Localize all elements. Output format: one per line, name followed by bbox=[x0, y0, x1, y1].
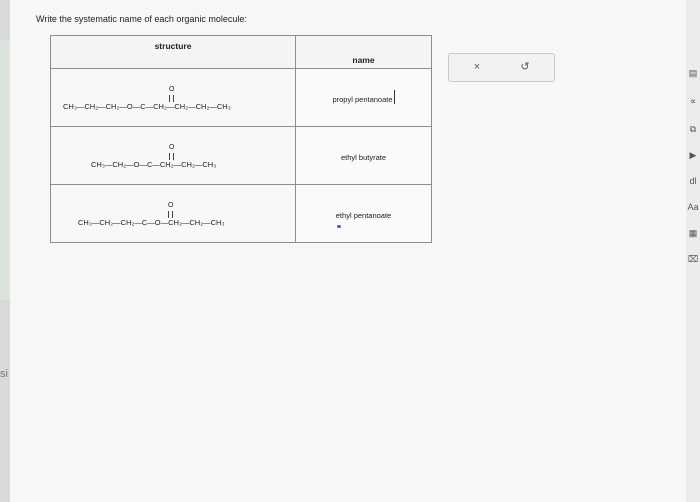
molecule-table: structure name O CH₃—CH₂—CH₂—O—C—CH₂—CH₂… bbox=[50, 35, 432, 243]
chart-icon[interactable]: dl bbox=[686, 176, 700, 186]
text-cursor bbox=[393, 90, 395, 105]
proportion-icon[interactable]: ∝ bbox=[686, 96, 700, 107]
clear-button[interactable]: × bbox=[467, 58, 487, 76]
periodic-table-icon[interactable]: ▦ bbox=[686, 228, 700, 239]
video-icon[interactable]: ▶ bbox=[686, 150, 700, 161]
answer-text: propyl pentanoate bbox=[332, 94, 393, 104]
structure-cell: O CH₃—CH₂—O—C—CH₂—CH₂—CH₃ bbox=[50, 126, 296, 185]
message-icon[interactable]: ⌧ bbox=[686, 254, 700, 265]
double-bond bbox=[169, 152, 174, 160]
undo-button[interactable]: ↺ bbox=[515, 58, 535, 76]
formula-chain: CH₃—CH₂—O—C—CH₂—CH₂—CH₃ bbox=[91, 159, 217, 169]
table-header-row: structure name bbox=[50, 35, 432, 69]
answer-field[interactable]: propyl pentanoate bbox=[295, 68, 432, 127]
carbonyl-oxygen: O bbox=[168, 201, 174, 209]
double-bond bbox=[168, 210, 173, 218]
left-edge-text: si bbox=[0, 368, 8, 380]
calculator-icon[interactable]: ▤ bbox=[686, 68, 700, 79]
question-prompt: Write the systematic name of each organi… bbox=[36, 14, 247, 24]
left-edge-panel: si bbox=[0, 0, 11, 502]
table-row: O CH₃—CH₂—O—C—CH₂—CH₂—CH₃ ethyl butyrate bbox=[50, 126, 432, 185]
structural-formula: O CH₃—CH₂—O—C—CH₂—CH₂—CH₃ bbox=[51, 134, 295, 178]
right-tool-strip: ▤ ∝ ⧉ ▶ dl Aa ▦ ⌧ bbox=[686, 0, 700, 502]
structural-formula: O CH₃—CH₂—CH₂—O—C—CH₂—CH₂—CH₂—CH₃ bbox=[51, 76, 295, 120]
structure-cell: O CH₃—CH₂—CH₂—C—O—CH₂—CH₂—CH₃ bbox=[50, 184, 296, 243]
answer-toolbar: × ↺ bbox=[448, 53, 555, 82]
cursor-dot bbox=[337, 225, 341, 228]
answer-field[interactable]: ethyl pentanoate bbox=[295, 184, 432, 243]
structure-header: structure bbox=[50, 35, 296, 69]
answer-text: ethyl pentanoate bbox=[335, 210, 392, 220]
double-bond bbox=[169, 94, 174, 102]
answer-text: ethyl butyrate bbox=[340, 152, 387, 162]
structure-cell: O CH₃—CH₂—CH₂—O—C—CH₂—CH₂—CH₂—CH₃ bbox=[50, 68, 296, 127]
formula-chain: CH₃—CH₂—CH₂—C—O—CH₂—CH₂—CH₃ bbox=[78, 217, 225, 227]
table-row: O CH₃—CH₂—CH₂—C—O—CH₂—CH₂—CH₃ ethyl pent… bbox=[50, 184, 432, 243]
answer-field[interactable]: ethyl butyrate bbox=[295, 126, 432, 185]
table-row: O CH₃—CH₂—CH₂—O—C—CH₂—CH₂—CH₂—CH₃ propyl… bbox=[50, 68, 432, 127]
formula-chain: CH₃—CH₂—CH₂—O—C—CH₂—CH₂—CH₂—CH₃ bbox=[63, 101, 231, 111]
carbonyl-oxygen: O bbox=[169, 85, 175, 93]
copy-icon[interactable]: ⧉ bbox=[686, 124, 700, 135]
structural-formula: O CH₃—CH₂—CH₂—C—O—CH₂—CH₂—CH₃ bbox=[51, 192, 295, 236]
text-icon[interactable]: Aa bbox=[686, 202, 700, 212]
carbonyl-oxygen: O bbox=[169, 143, 175, 151]
name-header: name bbox=[295, 35, 432, 69]
